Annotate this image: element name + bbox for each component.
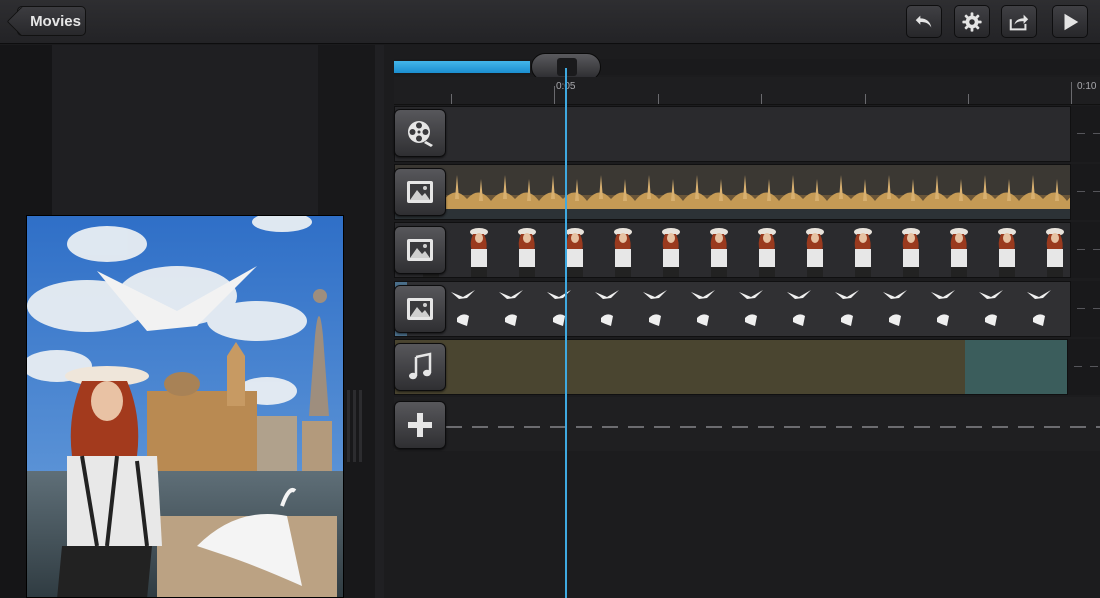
image-track-woman[interactable] (394, 222, 1071, 278)
gear-icon (962, 11, 982, 32)
scrub-bar[interactable] (394, 53, 1100, 81)
track-button-image-3[interactable] (394, 285, 446, 333)
track-button-video[interactable] (394, 109, 446, 157)
audio-clip-end[interactable] (965, 340, 1067, 394)
preview-image (27, 216, 343, 597)
track-button-image-2[interactable] (394, 226, 446, 274)
image-icon (407, 181, 433, 203)
add-track-button[interactable] (394, 401, 446, 449)
image-icon (407, 239, 433, 261)
undo-icon (915, 15, 932, 27)
back-button-label: Movies (30, 12, 81, 30)
share-button[interactable] (1001, 5, 1037, 38)
top-toolbar: Movies (0, 0, 1100, 44)
tick-label-0-10: 0:10 (1077, 81, 1097, 92)
share-icon (1009, 14, 1029, 30)
track-button-audio[interactable] (394, 343, 446, 391)
playhead[interactable] (565, 68, 567, 598)
image-track-basilica[interactable] (394, 164, 1071, 220)
basilica-thumbnails (395, 165, 1070, 219)
video-preview[interactable] (26, 215, 344, 598)
plus-icon (408, 413, 432, 437)
film-reel-icon (408, 121, 433, 147)
video-track[interactable] (394, 106, 1071, 162)
bird-thumbnails (395, 282, 1070, 336)
music-note-icon (409, 352, 432, 380)
play-button[interactable] (1052, 5, 1088, 38)
image-track-birds[interactable] (394, 281, 1071, 337)
scrub-progress (394, 61, 530, 73)
audio-track[interactable] (394, 339, 1068, 395)
undo-button[interactable] (906, 5, 942, 38)
settings-button[interactable] (954, 5, 990, 38)
track-button-image-1[interactable] (394, 168, 446, 216)
preview-panel (0, 45, 375, 598)
timeline-panel: 0:05 0:10 (375, 45, 1100, 598)
image-icon (407, 298, 433, 320)
back-button[interactable]: Movies (17, 6, 86, 36)
panel-resize-handle[interactable] (344, 390, 370, 462)
add-track-row (394, 397, 1100, 451)
woman-thumbnails (395, 223, 1070, 277)
play-icon (1064, 13, 1079, 30)
movie-editor: Movies 0:10 (0, 0, 1100, 598)
time-ruler: 0:05 0:10 (394, 77, 1100, 105)
